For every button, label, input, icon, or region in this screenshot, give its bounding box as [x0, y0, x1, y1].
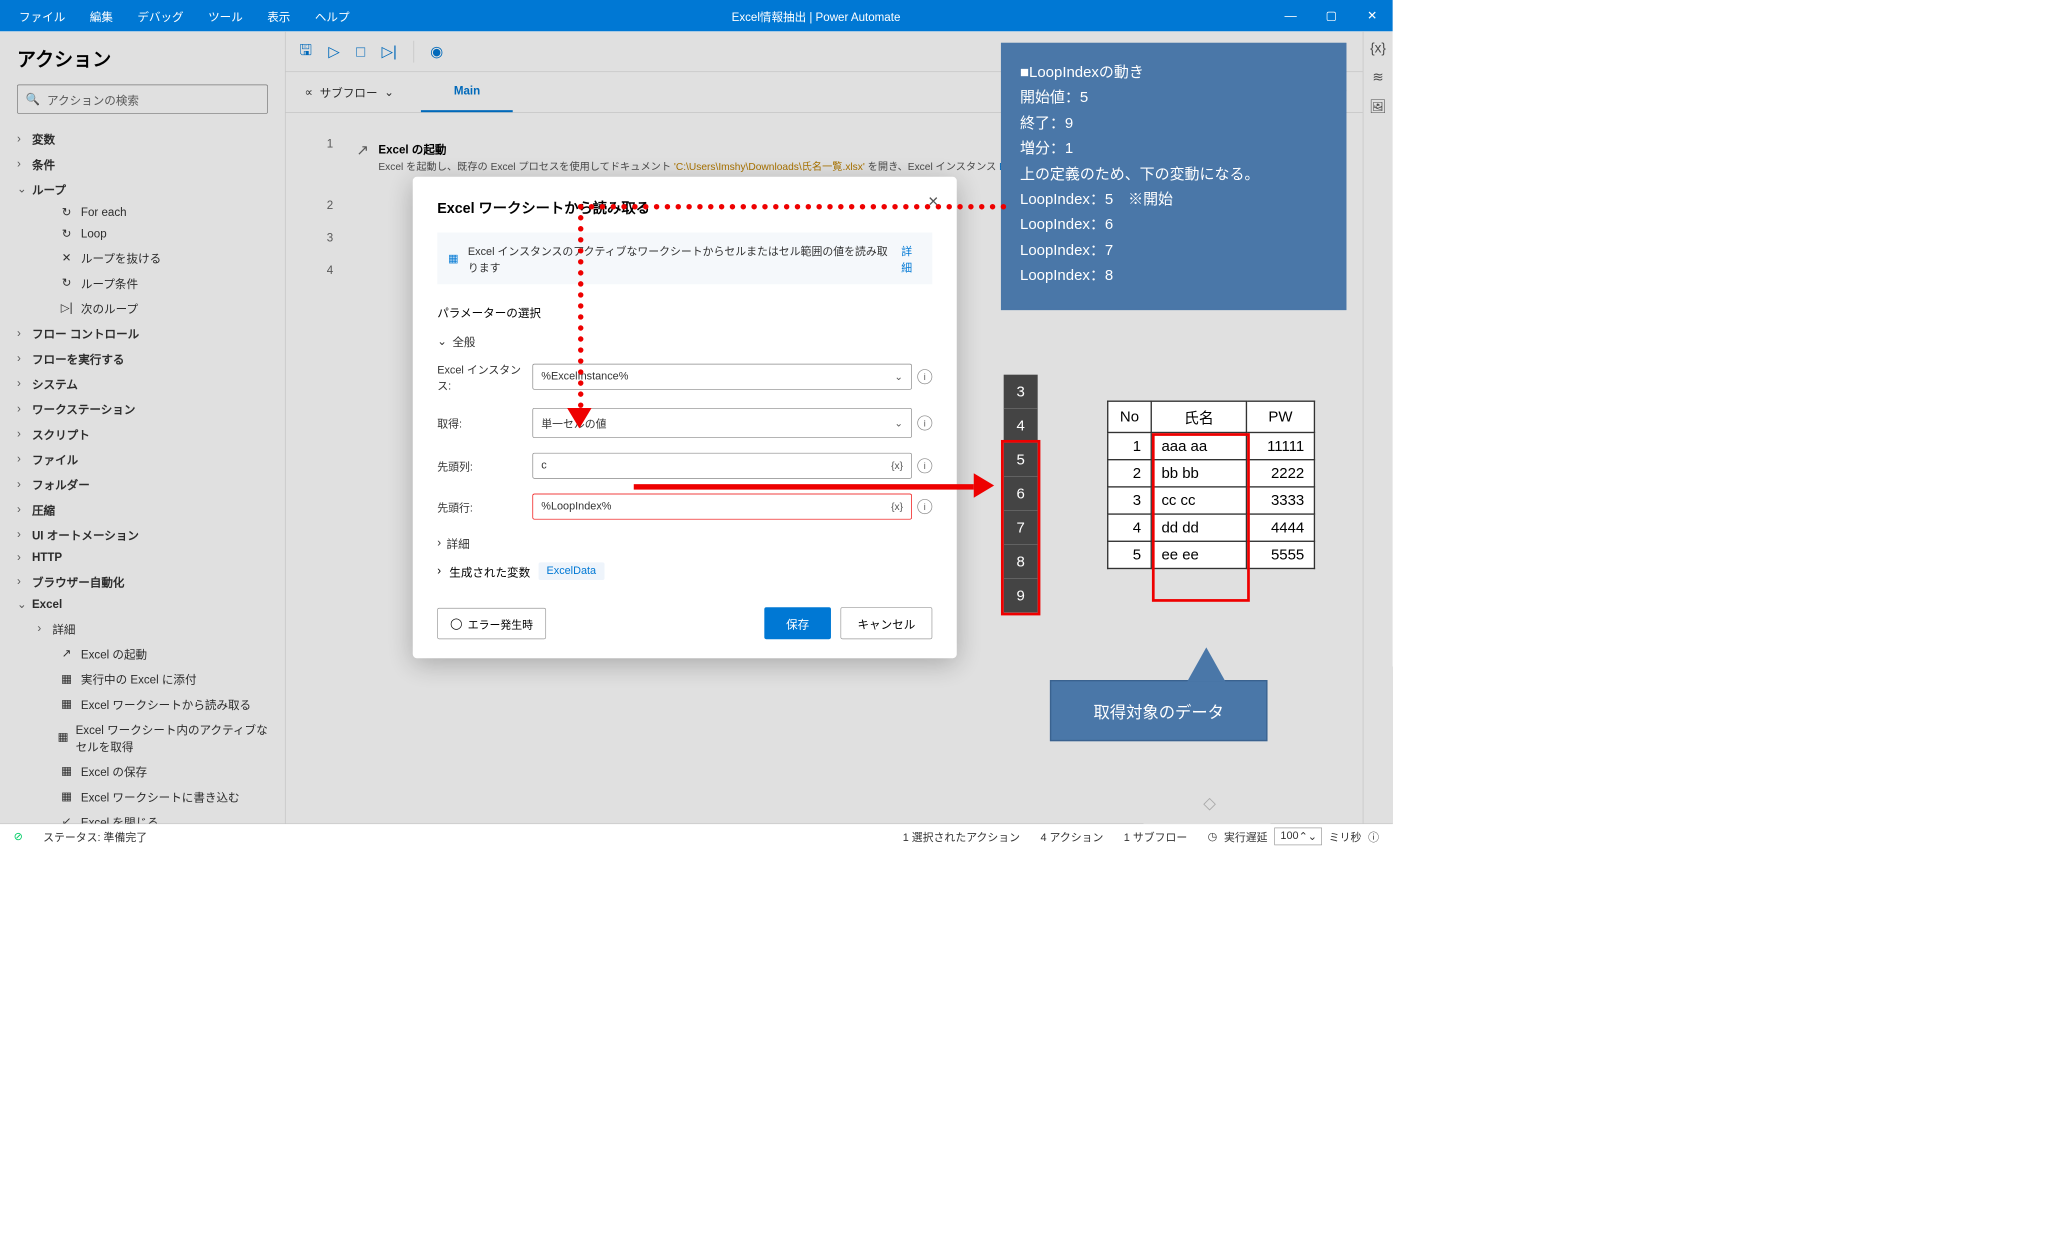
general-collapser[interactable]: ⌄全般 — [437, 333, 932, 350]
menu-file[interactable]: ファイル — [7, 0, 78, 32]
generated-vars[interactable]: ›生成された変数ExcelData — [437, 562, 932, 580]
menu-edit[interactable]: 編集 — [78, 0, 126, 32]
run-delay: ◷ 実行遅延 100⌃⌄ ミリ秒 ⓘ — [1208, 828, 1379, 846]
chevron-down-icon: ⌄ — [437, 334, 447, 348]
info-icon[interactable]: ⓘ — [1368, 828, 1379, 844]
minimize-icon[interactable]: — — [1270, 0, 1311, 31]
action-count: 4 アクション — [1040, 828, 1103, 844]
menu-view[interactable]: 表示 — [255, 0, 303, 32]
selected-count: 1 選択されたアクション — [903, 828, 1020, 844]
annotation-arrow-right — [634, 484, 974, 489]
row-input[interactable]: %LoopIndex%{x} — [532, 494, 911, 520]
window-title: Excel情報抽出 | Power Automate — [362, 7, 1270, 24]
dialog-info: ▦ Excel インスタンスのアクティブなワークシートからセルまたはセル範囲の値… — [437, 233, 932, 285]
chevron-right-icon: › — [437, 564, 441, 578]
warning-icon: ◯ — [450, 616, 462, 630]
annotation-arrow-right-head — [974, 473, 994, 497]
var-chip[interactable]: ExcelData — [538, 562, 604, 580]
close-icon[interactable]: ✕ — [1352, 0, 1393, 31]
params-heading: パラメーターの選択 — [437, 303, 932, 320]
instance-select[interactable]: %ExcelInstance%⌄ — [532, 364, 911, 390]
on-error-button[interactable]: ◯エラー発生時 — [437, 608, 546, 639]
drop-indicator-icon: ◇ — [1203, 794, 1216, 814]
variable-icon[interactable]: {x} — [891, 460, 903, 472]
chevron-right-icon: › — [437, 536, 441, 550]
menu-bar: ファイル 編集 デバッグ ツール 表示 ヘルプ — [0, 0, 362, 32]
details-collapser[interactable]: ›詳細 — [437, 534, 932, 551]
read-worksheet-dialog: Excel ワークシートから読み取る ✕ ▦ Excel インスタンスのアクティ… — [413, 177, 957, 658]
excel-icon: ▦ — [448, 252, 458, 266]
menu-help[interactable]: ヘルプ — [303, 0, 362, 32]
variable-icon[interactable]: {x} — [891, 501, 903, 513]
info-icon[interactable]: i — [917, 415, 932, 430]
col-input[interactable]: c{x} — [532, 453, 911, 479]
info-icon[interactable]: i — [917, 369, 932, 384]
instance-label: Excel インスタンス: — [437, 360, 532, 393]
details-link[interactable]: 詳細 — [901, 242, 921, 275]
mode-label: 取得: — [437, 415, 532, 431]
info-icon[interactable]: i — [917, 499, 932, 514]
chevron-down-icon: ⌄ — [894, 371, 903, 383]
row-label: 先頭行: — [437, 498, 532, 514]
annotation-dotted-line — [578, 204, 583, 408]
annotation-arrow-down — [567, 408, 591, 428]
status-ok-icon: ⊘ — [14, 830, 23, 844]
status-text: ステータス: 準備完了 — [43, 828, 147, 844]
cancel-button[interactable]: キャンセル — [840, 607, 932, 639]
menu-debug[interactable]: デバッグ — [125, 0, 196, 32]
annotation-dotted-line — [578, 204, 1006, 209]
statusbar: ⊘ ステータス: 準備完了 1 選択されたアクション 4 アクション 1 サブフ… — [0, 823, 1393, 848]
annotation-callout: 取得対象のデータ — [1050, 680, 1268, 741]
annotation-data-table: No氏名PW1aaa aa111112bb bb22223cc cc33334d… — [1107, 401, 1315, 570]
maximize-icon[interactable]: ▢ — [1311, 0, 1352, 31]
annotation-loopindex: ■LoopIndexの動き開始値：5終了：9増分：1上の定義のため、下の変動にな… — [1001, 43, 1346, 310]
delay-stepper[interactable]: 100⌃⌄ — [1274, 828, 1322, 846]
titlebar: ファイル 編集 デバッグ ツール 表示 ヘルプ Excel情報抽出 | Powe… — [0, 0, 1393, 31]
window-controls: — ▢ ✕ — [1270, 0, 1392, 31]
menu-tools[interactable]: ツール — [196, 0, 255, 32]
clock-icon: ◷ — [1208, 830, 1217, 844]
col-label: 先頭列: — [437, 458, 532, 474]
annotation-rows-highlight — [1001, 440, 1040, 615]
info-icon[interactable]: i — [917, 458, 932, 473]
save-button[interactable]: 保存 — [764, 607, 831, 639]
subflow-count: 1 サブフロー — [1124, 828, 1187, 844]
chevron-down-icon: ⌄ — [894, 417, 903, 429]
dialog-info-text: Excel インスタンスのアクティブなワークシートからセルまたはセル範囲の値を読… — [468, 242, 888, 275]
